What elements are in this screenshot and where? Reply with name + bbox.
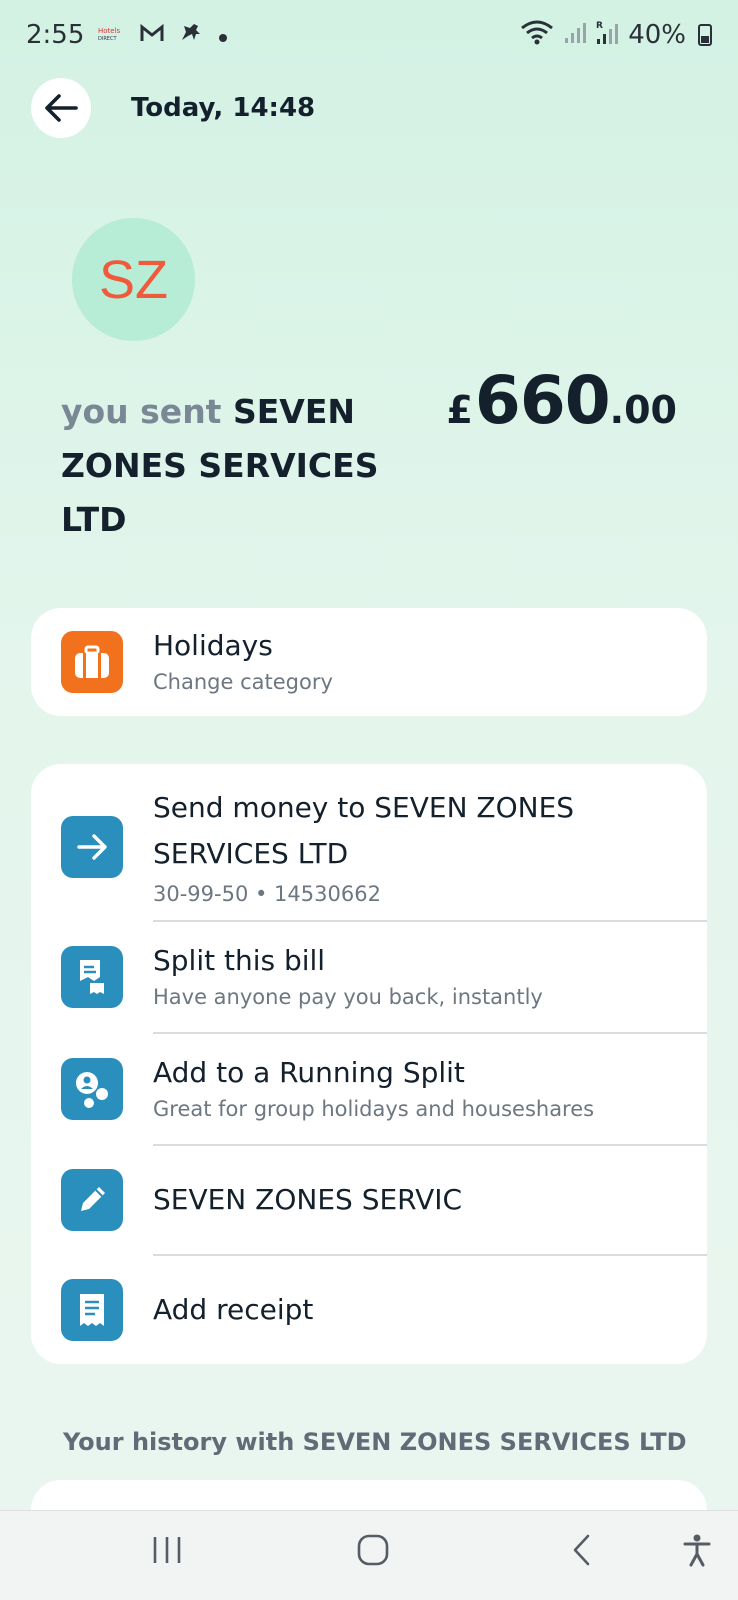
rename-row[interactable]: SEVEN ZONES SERVIC (31, 1146, 707, 1254)
add-receipt-row[interactable]: Add receipt (31, 1256, 707, 1364)
amount-currency: £ (446, 388, 473, 432)
home-icon (357, 1534, 389, 1566)
roaming-signal-icon: R (596, 19, 619, 52)
gmail-icon (140, 20, 164, 50)
running-split-title: Add to a Running Split (153, 1056, 465, 1089)
history-heading: Your history with SEVEN ZONES SERVICES L… (63, 1428, 687, 1456)
status-bar: 2:55 Hotels DIRECT R 40% (0, 0, 738, 70)
status-time: 2:55 (26, 20, 85, 50)
wifi-icon (520, 19, 554, 52)
recent-apps-button[interactable] (150, 1533, 184, 1571)
merchant-nickname: SEVEN ZONES SERVIC (153, 1183, 463, 1216)
signal-icon (564, 20, 587, 51)
receipt-icon (61, 1279, 123, 1341)
svg-text:R: R (596, 21, 603, 31)
back-nav-button[interactable] (566, 1533, 600, 1571)
transaction-description: you sent SEVEN ZONES SERVICES LTD (61, 385, 411, 547)
split-bill-icon (61, 946, 123, 1008)
dot-icon (218, 20, 228, 50)
hotels-app-icon: Hotels DIRECT (98, 25, 126, 46)
amount-major: 660 (474, 362, 611, 439)
pencil-icon (61, 1169, 123, 1231)
recent-apps-icon (153, 1537, 181, 1563)
top-bar: Today, 14:48 (31, 78, 315, 138)
svg-text:Hotels: Hotels (98, 27, 121, 35)
chevron-left-icon (573, 1534, 590, 1566)
suitcase-icon (61, 631, 123, 693)
add-receipt-title: Add receipt (153, 1293, 314, 1326)
merchant-avatar: SZ (72, 218, 195, 341)
lloyds-horse-icon (178, 20, 204, 51)
actions-card: Send money to SEVEN ZONES SERVICES LTD 3… (31, 764, 707, 1364)
accessibility-button[interactable] (680, 1533, 714, 1571)
category-card[interactable]: Holidays Change category (31, 608, 707, 716)
transaction-amount: £ 660 .00 (446, 362, 677, 439)
running-split-subtitle: Great for group holidays and houseshares (153, 1097, 595, 1121)
send-money-title: Send money to SEVEN ZONES SERVICES LTD (153, 791, 575, 870)
running-split-row[interactable]: Add to a Running Split Great for group h… (31, 1034, 707, 1144)
amount-minor: .00 (609, 388, 677, 432)
split-bill-title: Split this bill (153, 944, 326, 977)
merchant-initials: SZ (98, 249, 168, 310)
account-details: 30-99-50 • 14530662 (153, 882, 381, 906)
category-title: Holidays (153, 629, 273, 662)
page-title: Today, 14:48 (131, 93, 316, 123)
sent-prefix: you sent (61, 392, 222, 431)
split-bill-row[interactable]: Split this bill Have anyone pay you back… (31, 922, 707, 1032)
send-money-row[interactable]: Send money to SEVEN ZONES SERVICES LTD 3… (31, 782, 707, 912)
arrow-right-icon (61, 816, 123, 878)
home-button[interactable] (356, 1533, 390, 1571)
accessibility-icon (683, 1534, 711, 1567)
arrow-left-icon (45, 94, 78, 122)
split-bill-subtitle: Have anyone pay you back, instantly (153, 985, 543, 1009)
svg-text:DIRECT: DIRECT (98, 36, 117, 41)
running-split-icon (61, 1058, 123, 1120)
back-button[interactable] (31, 78, 91, 138)
battery-icon (698, 24, 712, 46)
change-category-link[interactable]: Change category (153, 667, 333, 697)
battery-percent: 40% (628, 20, 686, 50)
system-nav-bar (0, 1510, 738, 1600)
